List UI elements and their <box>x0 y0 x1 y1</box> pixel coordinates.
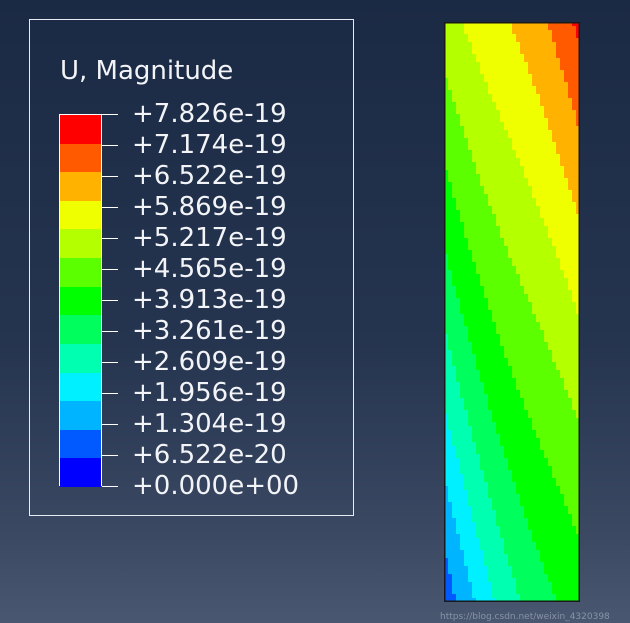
legend-tick-mark <box>102 269 118 270</box>
legend-tick-mark <box>102 455 118 456</box>
legend-color-bar <box>59 114 102 488</box>
legend-tick-mark <box>102 331 118 332</box>
legend-swatch <box>60 343 101 374</box>
legend-swatch <box>60 258 101 288</box>
legend-tick-label: +1.304e-19 <box>132 409 287 439</box>
legend-tick-mark <box>102 393 118 394</box>
legend-tick-label: +6.522e-20 <box>132 440 287 470</box>
legend-tick-label: +5.217e-19 <box>132 223 287 253</box>
legend-tick-mark <box>102 207 118 208</box>
legend-swatch <box>60 458 101 488</box>
legend-tick-mark <box>102 114 118 115</box>
legend-title: U, Magnitude <box>60 56 234 86</box>
legend-tick-label: +1.956e-19 <box>132 378 287 408</box>
watermark-url: https://blog.csdn.net/weixin_4320398 <box>440 612 610 622</box>
legend-swatch <box>60 315 101 345</box>
legend-tick-mark <box>102 362 118 363</box>
legend-tick-label: +2.609e-19 <box>132 347 287 377</box>
legend-swatch <box>60 429 101 459</box>
legend-tick-mark <box>102 424 118 425</box>
legend-tick-label: +4.565e-19 <box>132 254 287 284</box>
legend-swatch <box>60 143 101 173</box>
legend-swatch <box>60 401 101 431</box>
legend-tick-mark <box>102 238 118 239</box>
legend-tick-mark <box>102 145 118 146</box>
legend-swatch <box>60 286 101 316</box>
legend-swatch <box>60 115 101 145</box>
legend-tick-mark <box>102 486 118 487</box>
legend-tick-label: +3.261e-19 <box>132 316 287 346</box>
legend-swatch <box>60 229 101 259</box>
legend-tick-mark <box>102 176 118 177</box>
legend-swatch <box>60 172 101 202</box>
contour-plot <box>444 22 580 602</box>
legend-tick-mark <box>102 300 118 301</box>
legend-swatch <box>60 200 101 230</box>
legend-panel: U, Magnitude +7.826e-19 +7.174e-19 +6.522e… <box>29 19 354 516</box>
legend-tick-label: +0.000e+00 <box>132 471 300 501</box>
legend-tick-label: +3.913e-19 <box>132 285 287 315</box>
legend-tick-label: +6.522e-19 <box>132 161 287 191</box>
legend-tick-label: +7.174e-19 <box>132 130 287 160</box>
legend-swatch <box>60 372 101 402</box>
legend-tick-label: +7.826e-19 <box>132 99 287 129</box>
legend-tick-label: +5.869e-19 <box>132 192 287 222</box>
